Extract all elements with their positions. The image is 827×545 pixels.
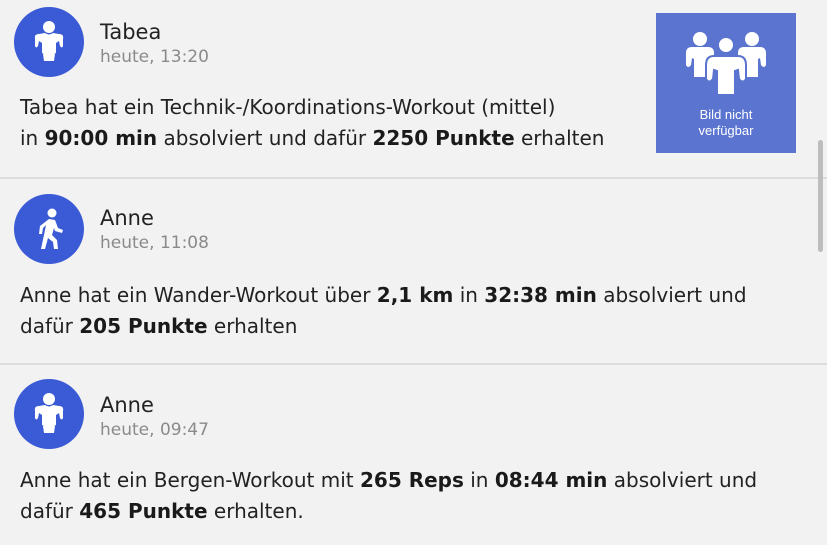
activity-message: Tabea hat ein Technik-/Koordinations-Wor…: [20, 92, 604, 154]
message-line: Anne hat ein Bergen-Workout mit 265 Reps…: [20, 468, 758, 492]
message-line: dafür 205 Punkte erhalten: [20, 314, 298, 338]
bodybuilder-icon: [34, 21, 64, 61]
feed-item[interactable]: Tabea heute, 13:20 Tabea hat ein Technik…: [0, 0, 827, 179]
message-line: Anne hat ein Wander-Workout über 2,1 km …: [20, 283, 747, 307]
user-name[interactable]: Anne: [100, 206, 154, 230]
message-line: in 90:00 min absolviert und dafür 2250 P…: [20, 126, 605, 150]
points-value: 465 Punkte: [79, 499, 208, 523]
hiker-icon: [39, 208, 63, 249]
activity-message: Anne hat ein Bergen-Workout mit 265 Reps…: [20, 465, 757, 527]
workout-thumbnail[interactable]: Bild nicht verfügbar: [656, 13, 796, 153]
timestamp: heute, 11:08: [100, 233, 209, 253]
activity-message: Anne hat ein Wander-Workout über 2,1 km …: [20, 280, 747, 342]
feed-item[interactable]: Anne heute, 09:47 Anne hat ein Bergen-Wo…: [0, 365, 827, 545]
duration-value: 90:00 min: [44, 126, 158, 150]
group-of-athletes-icon: [686, 32, 766, 96]
scrollbar[interactable]: [818, 140, 823, 252]
bodybuilder-icon: [34, 393, 64, 433]
feed-item[interactable]: Anne heute, 11:08 Anne hat ein Wander-Wo…: [0, 179, 827, 365]
points-value: 2250 Punkte: [372, 126, 515, 150]
user-avatar[interactable]: [14, 7, 84, 77]
timestamp: heute, 13:20: [100, 47, 209, 67]
timestamp: heute, 09:47: [100, 420, 209, 440]
duration-value: 32:38 min: [484, 283, 597, 307]
message-line: Tabea hat ein Technik-/Koordinations-Wor…: [20, 95, 556, 119]
duration-value: 08:44 min: [494, 468, 608, 492]
user-name[interactable]: Anne: [100, 393, 154, 417]
image-unavailable-label: Bild nicht verfügbar: [698, 107, 754, 138]
message-line: dafür 465 Punkte erhalten.: [20, 499, 304, 523]
user-name[interactable]: Tabea: [100, 20, 161, 44]
user-avatar[interactable]: [14, 379, 84, 449]
activity-feed: Tabea heute, 13:20 Tabea hat ein Technik…: [0, 0, 827, 545]
distance-value: 2,1 km: [376, 283, 454, 307]
user-avatar[interactable]: [14, 194, 84, 264]
reps-value: 265 Reps: [359, 468, 464, 492]
points-value: 205 Punkte: [79, 314, 208, 338]
